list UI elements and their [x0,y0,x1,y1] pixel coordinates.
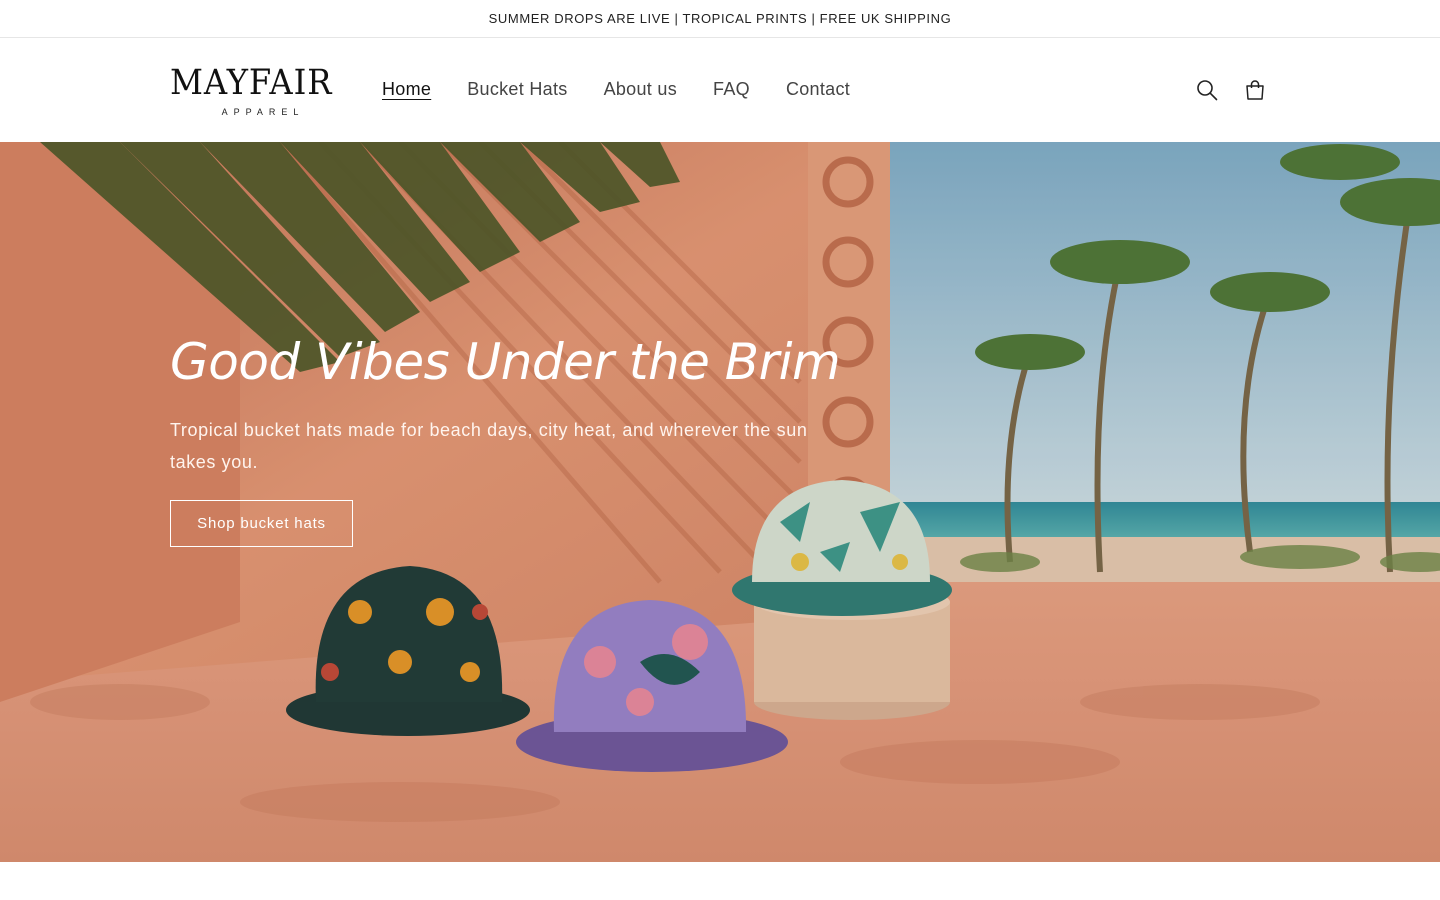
nav-item-home[interactable]: Home [382,77,431,101]
brand-tagline: APPAREL [221,107,305,117]
brand-logo[interactable]: MAYFAIR APPAREL [170,65,342,117]
hero-banner: Good Vibes Under the Brim Tropical bucke… [0,142,1440,862]
shop-bucket-hats-button[interactable]: Shop bucket hats [170,500,353,547]
cart-button[interactable] [1242,77,1268,103]
announcement-bar: SUMMER DROPS ARE LIVE | TROPICAL PRINTS … [0,0,1440,38]
hero-content: Good Vibes Under the Brim Tropical bucke… [170,330,850,547]
announcement-text: SUMMER DROPS ARE LIVE | TROPICAL PRINTS … [488,11,952,26]
nav-item-contact[interactable]: Contact [786,77,850,101]
brand-name: MAYFAIR [170,63,333,103]
below-fold-section [0,862,1440,900]
main-nav: Home Bucket Hats About us FAQ Contact [382,77,886,101]
nav-item-bucket-hats[interactable]: Bucket Hats [467,77,567,101]
header-actions [1194,77,1268,103]
hero-title: Good Vibes Under the Brim [170,333,841,391]
cart-icon [1246,80,1264,100]
search-button[interactable] [1194,77,1220,103]
site-header: MAYFAIR APPAREL Home Bucket Hats About u… [0,39,1440,142]
nav-item-about-us[interactable]: About us [604,77,677,101]
nav-item-faq[interactable]: FAQ [713,77,750,101]
hero-subtitle: Tropical bucket hats made for beach days… [170,420,808,472]
search-icon [1197,80,1218,101]
